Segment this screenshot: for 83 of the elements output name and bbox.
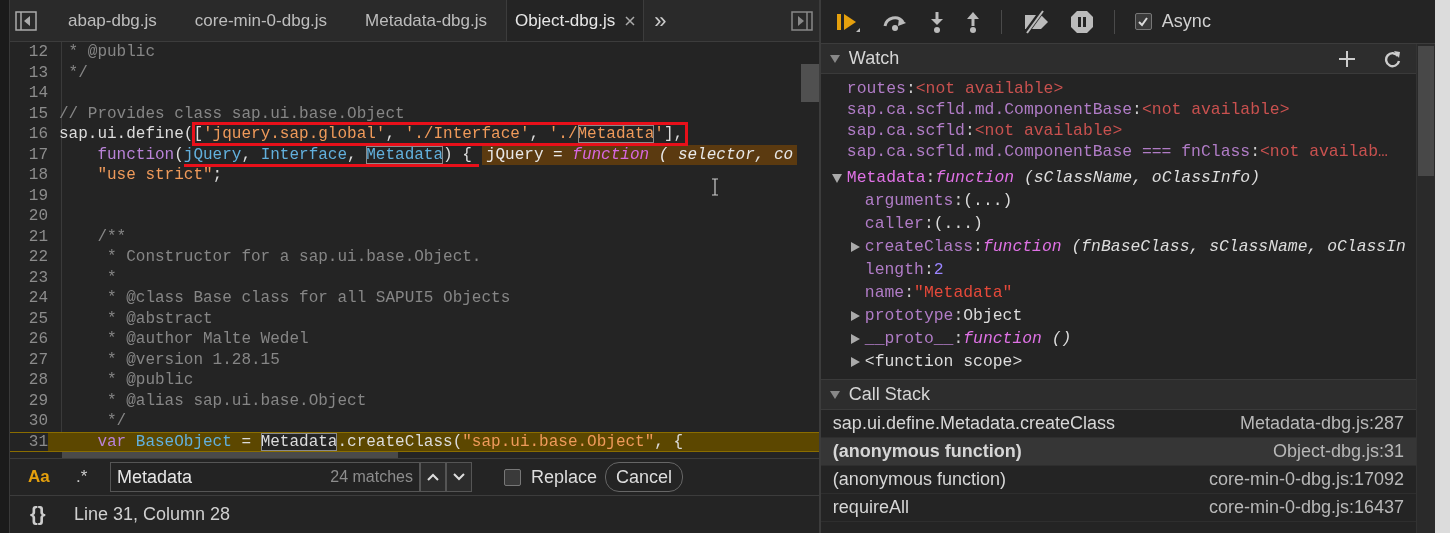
sidebar-toggle-icon[interactable] bbox=[15, 10, 37, 31]
watch-section-header[interactable]: Watch bbox=[820, 44, 1416, 74]
frame-function: requireAll bbox=[832, 497, 909, 518]
pretty-print-button[interactable]: {} bbox=[30, 503, 74, 527]
add-icon[interactable] bbox=[1338, 49, 1356, 68]
object-property: caller:(...) bbox=[864, 214, 983, 233]
call-frame[interactable]: requireAll core-min-0-dbg.js:16437 bbox=[820, 494, 1416, 522]
inline-value: jQuery = function ( selector, co bbox=[481, 144, 798, 165]
watch-expression: sap.ca.scfld.md.ComponentBase:<not available> bbox=[845, 99, 1291, 120]
panel-toggle-icon[interactable] bbox=[790, 10, 813, 31]
file-tab[interactable]: abap-dbg.js bbox=[49, 0, 176, 41]
step-out-icon[interactable] bbox=[964, 10, 981, 33]
object-property: length:2 bbox=[864, 260, 944, 279]
async-checkbox[interactable] bbox=[1134, 13, 1152, 30]
file-tab[interactable]: core-min-0-dbg.js bbox=[175, 0, 347, 41]
expand-arrow-icon[interactable] bbox=[848, 355, 861, 368]
code-line: * @alias sap.ui.base.Object bbox=[106, 390, 367, 411]
call-stack-section-header[interactable]: Call Stack bbox=[820, 379, 1416, 410]
next-match-button[interactable] bbox=[446, 462, 472, 493]
object-property: prototype:Object bbox=[864, 306, 1023, 325]
async-label[interactable]: Async bbox=[1161, 11, 1211, 32]
expand-arrow-icon[interactable] bbox=[848, 332, 861, 345]
replace-checkbox[interactable] bbox=[504, 468, 521, 486]
expand-arrow-icon[interactable] bbox=[848, 309, 861, 322]
call-frame[interactable]: (anonymous function) core-min-0-dbg.js:17092 bbox=[820, 466, 1416, 494]
file-tab[interactable]: Metadata-dbg.js bbox=[346, 0, 506, 41]
chevron-up-icon bbox=[427, 473, 439, 482]
code-line: * @public bbox=[106, 370, 194, 391]
search-field[interactable]: Metadata 24 matches bbox=[110, 462, 420, 493]
object-property: arguments:(...) bbox=[864, 191, 1013, 210]
object-property: <function scope> bbox=[864, 352, 1023, 371]
expand-arrow-icon[interactable] bbox=[830, 171, 843, 184]
line-number: 31 bbox=[10, 432, 48, 451]
frame-location: core-min-0-dbg.js:16437 bbox=[1208, 497, 1404, 518]
code-line: "use strict"; bbox=[96, 165, 223, 186]
scrollbar-thumb[interactable] bbox=[1418, 46, 1434, 176]
section-title: Watch bbox=[848, 48, 900, 69]
frame-location: core-min-0-dbg.js:17092 bbox=[1208, 469, 1404, 490]
scrollbar-thumb[interactable] bbox=[62, 452, 398, 458]
file-tab[interactable]: Object-dbg.js bbox=[506, 0, 645, 41]
expand-arrow-icon bbox=[828, 53, 841, 64]
cursor-position: Line 31, Column 28 bbox=[74, 504, 231, 526]
close-icon[interactable] bbox=[625, 15, 636, 26]
code-line: var BaseObject = Metadata.createClass("sap.ui.base.Object", { bbox=[96, 432, 684, 451]
object-property: name:"Metadata" bbox=[864, 283, 1013, 302]
cancel-button[interactable]: Cancel bbox=[605, 462, 684, 493]
code-line: */ bbox=[67, 62, 88, 83]
expand-arrow-icon bbox=[828, 389, 841, 400]
replace-label[interactable]: Replace bbox=[531, 466, 598, 488]
watch-expression: sap.ca.scfld:<not available> bbox=[845, 120, 1124, 141]
code-line: * @abstract bbox=[106, 308, 213, 329]
more-tabs-button[interactable]: » bbox=[654, 7, 667, 34]
frame-function: sap.ui.define.Metadata.createClass bbox=[832, 413, 1116, 434]
watch-expression: sap.ca.scfld.md.ComponentBase === fnClass:<not availab… bbox=[845, 141, 1389, 162]
text-cursor-icon bbox=[710, 178, 720, 196]
object-property: createClass:function (fnBaseClass, sClassName, oClassIn bbox=[864, 237, 1406, 256]
code-line: * bbox=[106, 267, 117, 288]
code-line: * @class Base class for all SAPUI5 Objects bbox=[106, 288, 511, 309]
call-frame[interactable]: (anonymous function) Object-dbg.js:31 bbox=[820, 438, 1416, 466]
frame-location: Object-dbg.js:31 bbox=[1272, 441, 1404, 462]
code-line: * Constructor for a sap.ui.base.Object. bbox=[106, 247, 482, 268]
code-line: function(jQuery, Interface, Metadata) { bbox=[96, 144, 472, 165]
watch-expression: routes:<not available> bbox=[845, 78, 1065, 99]
pause-on-exceptions-icon[interactable] bbox=[1069, 9, 1094, 34]
section-title: Call Stack bbox=[848, 384, 930, 405]
frame-location: Metadata-dbg.js:287 bbox=[1239, 413, 1404, 434]
code-line: */ bbox=[106, 411, 127, 432]
code-line: // Provides class sap.ui.base.Object bbox=[59, 103, 405, 124]
code-line: * @author Malte Wedel bbox=[106, 329, 309, 350]
match-count: 24 matches bbox=[330, 468, 413, 487]
code-line: /** bbox=[96, 226, 127, 247]
refresh-icon[interactable] bbox=[1384, 49, 1402, 68]
match-case-toggle[interactable]: Aa bbox=[28, 467, 58, 488]
expand-arrow-icon[interactable] bbox=[848, 240, 861, 253]
object-property: Metadata:function (sClassName, oClassInfo) bbox=[846, 168, 1260, 187]
frame-function: (anonymous function) bbox=[832, 469, 1006, 490]
frame-function: (anonymous function) bbox=[832, 441, 1022, 462]
code-line: * @version 1.28.15 bbox=[106, 349, 280, 370]
object-property: __proto__:function () bbox=[864, 329, 1072, 348]
previous-match-button[interactable] bbox=[420, 462, 446, 493]
regex-toggle[interactable]: .* bbox=[76, 467, 110, 488]
chevron-down-icon bbox=[453, 473, 465, 482]
code-line: * @public bbox=[67, 42, 155, 63]
